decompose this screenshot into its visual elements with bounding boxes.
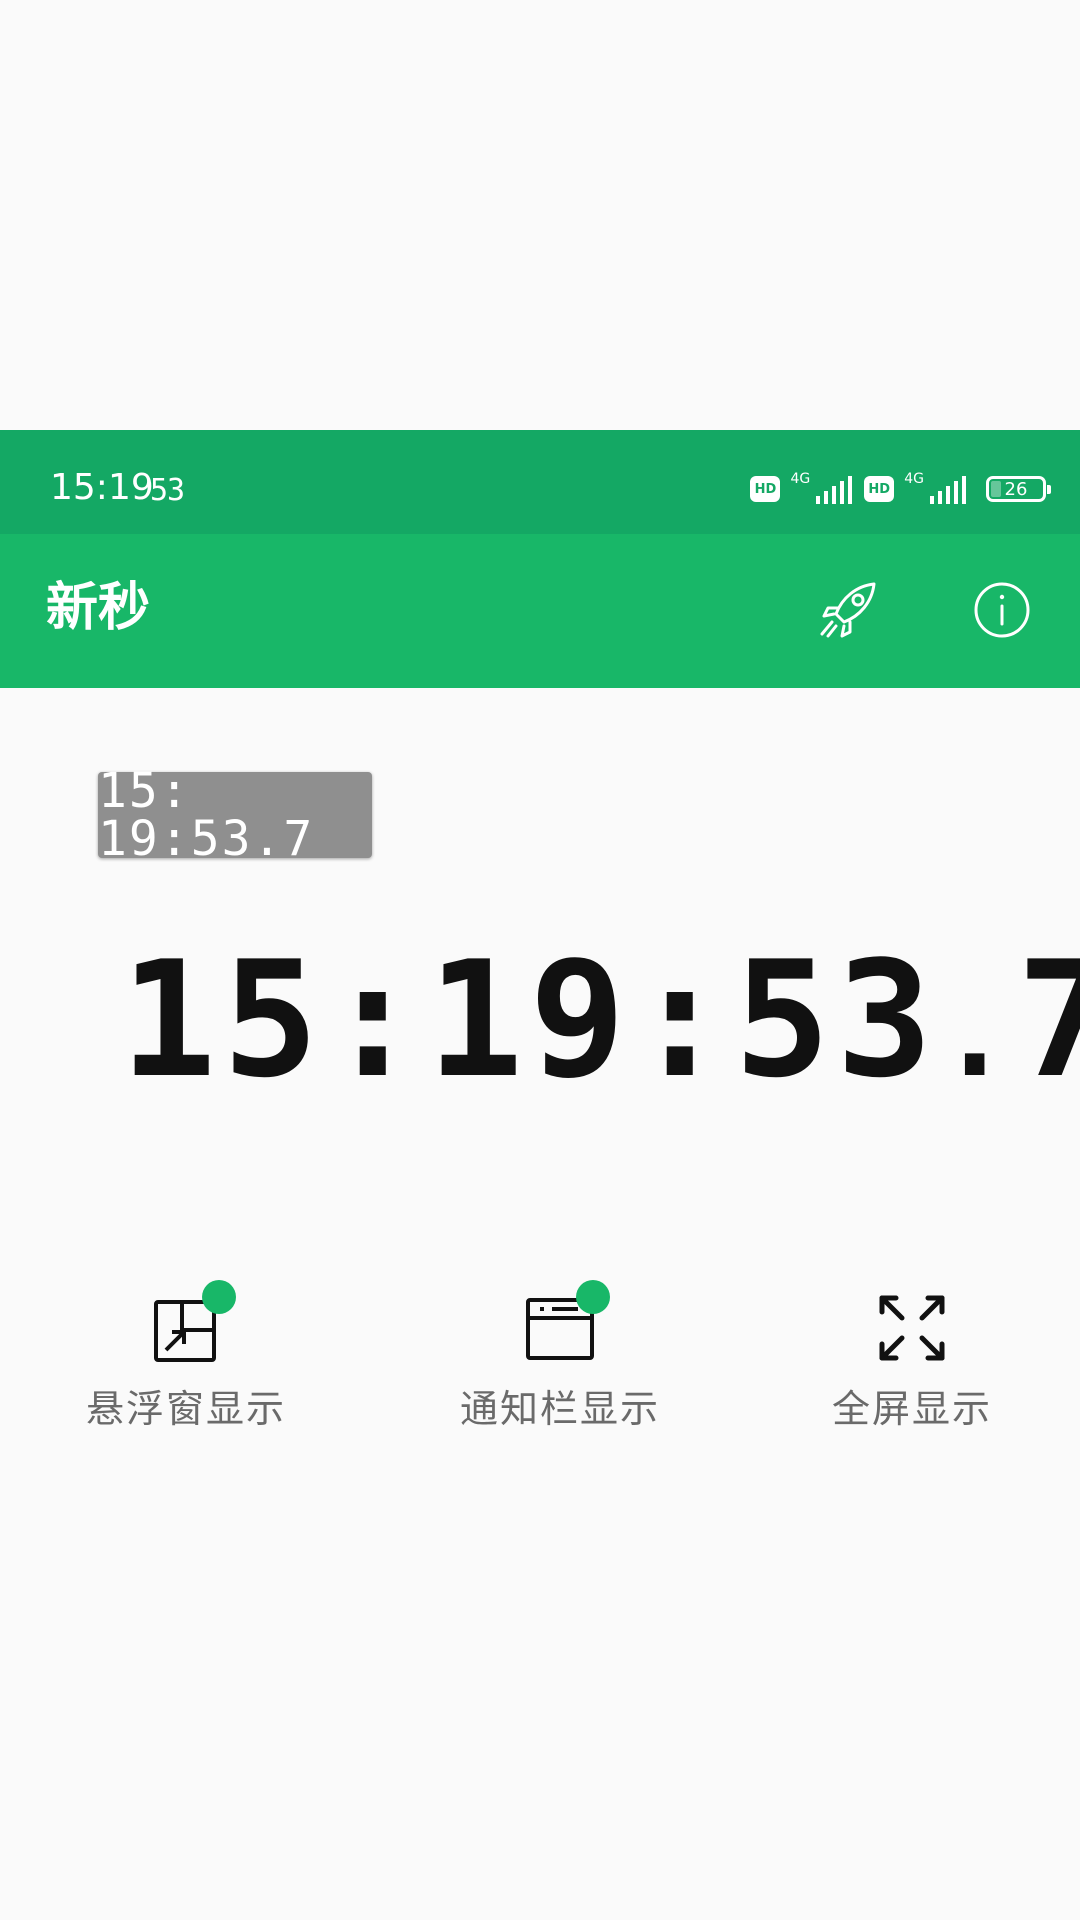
mode-fullscreen[interactable]: 全屏显示 <box>782 1280 1042 1460</box>
clock-tenths-value: 7 <box>1016 926 1080 1113</box>
signal-icon <box>816 476 853 504</box>
mode-label: 通知栏显示 <box>459 1387 660 1431</box>
battery-level: 26 <box>1004 478 1028 500</box>
main-clock: 15 : 19 : 53 .7 <box>120 926 1080 1113</box>
status-seconds: 53 <box>150 473 185 508</box>
network-label-2: 4G <box>904 471 924 487</box>
display-modes: 悬浮窗显示 通知栏显示 全屏显示 <box>0 1280 1080 1460</box>
status-bar: 15:19 53 HD 4G HD 4G 26 <box>0 430 1080 534</box>
info-icon <box>974 582 1030 638</box>
clock-seconds: 53 <box>733 926 939 1113</box>
battery-fill <box>991 481 1002 497</box>
battery-icon: 26 <box>986 476 1051 502</box>
enabled-indicator <box>576 1280 610 1314</box>
mode-label: 悬浮窗显示 <box>85 1387 286 1431</box>
rocket-button[interactable] <box>808 570 888 650</box>
status-time: 15:19 <box>50 467 154 508</box>
signal-icon <box>930 476 966 504</box>
clock-hours: 15 <box>120 926 325 1113</box>
clock-separator: : <box>631 926 734 1113</box>
app-title: 新秒 <box>46 578 151 638</box>
rocket-icon <box>820 582 876 638</box>
mode-floating-window[interactable]: 悬浮窗显示 <box>56 1280 316 1460</box>
mode-label: 全屏显示 <box>831 1387 992 1431</box>
hd-badge-2: HD <box>864 476 895 502</box>
mini-clock-preview[interactable]: 15: 19:53.7 <box>98 767 372 863</box>
clock-minutes: 19 <box>426 926 632 1113</box>
mode-notification-bar[interactable]: 通知栏显示 <box>430 1280 690 1460</box>
info-button[interactable] <box>962 570 1042 650</box>
enabled-indicator <box>202 1280 236 1314</box>
fullscreen-icon <box>879 1295 945 1361</box>
clock-tenths: .7 <box>939 940 1080 1100</box>
status-icons: HD 4G HD 4G 26 <box>750 471 1051 506</box>
clock-separator: : <box>324 926 427 1113</box>
network-label-1: 4G <box>790 471 811 487</box>
hd-badge-1: HD <box>750 476 781 502</box>
app-bar: 新秒 <box>0 534 1080 688</box>
